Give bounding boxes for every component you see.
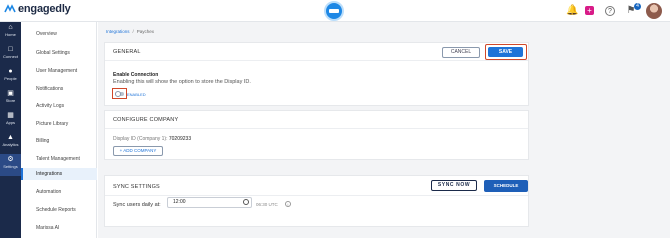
nav-analytics-label: Analytics (2, 142, 19, 147)
logo-mark-icon (4, 4, 16, 13)
home-icon: ⌂ (8, 24, 13, 31)
main-content: Integrations / Paychex GENERAL CANCEL SAVE… (98, 22, 670, 238)
nav-apps[interactable]: ▦ Apps (0, 110, 21, 132)
enable-connection-title: Enable Connection (113, 72, 159, 78)
general-card-header: GENERAL CANCEL SAVE (105, 43, 528, 61)
breadcrumb-integrations[interactable]: Integrations (106, 29, 130, 34)
sidebar-item-global-settings[interactable]: Global Settings (21, 47, 97, 59)
utc-time-text: 06:30 UTC (256, 202, 278, 207)
apps-icon: ▦ (7, 112, 14, 119)
company-badge-icon (324, 1, 344, 21)
nav-store[interactable]: ▣ Store (0, 88, 21, 110)
add-company-button[interactable]: + ADD COMPANY (113, 146, 163, 156)
save-highlight-box: SAVE (485, 44, 527, 60)
add-icon[interactable]: + (585, 6, 594, 15)
sidebar-item-picture-library[interactable]: Picture Library (21, 118, 97, 130)
settings-sidebar: Overview Global Settings User Management… (21, 22, 97, 238)
nav-apps-label: Apps (5, 120, 16, 125)
people-icon: ● (8, 68, 13, 75)
breadcrumb: Integrations / Paychex (106, 29, 154, 34)
nav-connect-label: Connect (3, 54, 18, 59)
sidebar-item-user-management[interactable]: User Management (21, 65, 97, 77)
cancel-button[interactable]: CANCEL (442, 47, 480, 58)
clock-icon[interactable] (243, 199, 249, 205)
sidebar-item-integrations[interactable]: Integrations (21, 168, 97, 180)
display-id-value: 70209233 (168, 136, 192, 142)
cart-icon: ▣ (7, 90, 14, 97)
sidebar-item-marissa-ai[interactable]: Marissa AI (21, 222, 97, 234)
nav-people[interactable]: ● People (0, 66, 21, 88)
nav-people-label: People (4, 76, 17, 81)
avatar[interactable] (646, 3, 662, 19)
logo[interactable]: engagedly (4, 3, 71, 15)
enable-connection-desc: Enabling this will show the option to st… (113, 79, 251, 85)
primary-nav: ⌂ Home □ Connect ● People ▣ Store ▦ Apps… (0, 22, 21, 238)
nav-store-label: Store (5, 98, 16, 103)
sync-now-button[interactable]: SYNC NOW (431, 180, 477, 191)
sidebar-item-overview[interactable]: Overview (21, 28, 97, 40)
gear-icon: ⚙ (7, 156, 14, 163)
nav-connect[interactable]: □ Connect (0, 44, 21, 66)
analytics-icon: ▲ (7, 134, 14, 141)
toggle-highlight-box (112, 88, 127, 99)
enable-connection-toggle[interactable] (115, 91, 124, 97)
bell-icon[interactable]: 🔔 (566, 5, 578, 17)
top-header: engagedly 🔔 + ? ⚑ 4 (0, 0, 670, 22)
sidebar-item-automation[interactable]: Automation (21, 186, 97, 198)
sync-title: SYNC SETTINGS (113, 184, 160, 190)
sync-card-header: SYNC SETTINGS SYNC NOW SCHEDULE (105, 176, 528, 196)
sidebar-item-activity-logs[interactable]: Activity Logs (21, 100, 97, 112)
sync-daily-label: Sync users daily at: (113, 202, 161, 208)
chat-icon: □ (8, 46, 13, 53)
sidebar-item-schedule-reports[interactable]: Schedule Reports (21, 204, 97, 216)
nav-settings-label: Settings (3, 164, 18, 169)
sidebar-item-talent-management[interactable]: Talent Management (21, 153, 97, 165)
toggle-status-label: ENABLED (127, 92, 146, 97)
info-icon[interactable]: i (285, 201, 291, 207)
nav-home[interactable]: ⌂ Home (0, 22, 21, 44)
sidebar-item-billing[interactable]: Billing (21, 135, 97, 147)
configure-title: CONFIGURE COMPANY (113, 117, 179, 123)
sync-settings-card: SYNC SETTINGS SYNC NOW SCHEDULE Sync use… (104, 175, 529, 227)
display-id-label: Display ID (Company 1): (113, 136, 168, 142)
configure-company-card: CONFIGURE COMPANY Display ID (Company 1)… (104, 110, 529, 160)
flag-count-badge: 4 (634, 3, 641, 10)
breadcrumb-current: Paychex (136, 29, 155, 34)
general-title: GENERAL (113, 49, 141, 55)
configure-card-header: CONFIGURE COMPANY (105, 111, 528, 129)
sync-time-input[interactable]: 12:00 (167, 197, 252, 208)
sidebar-item-notifications[interactable]: Notifications (21, 83, 97, 95)
breadcrumb-separator: / (132, 29, 134, 34)
general-card: GENERAL CANCEL SAVE Enable Connection En… (104, 42, 529, 106)
display-id-row: Display ID (Company 1): 70209233 (113, 136, 191, 142)
nav-settings[interactable]: ⚙ Settings (0, 154, 21, 176)
nav-analytics[interactable]: ▲ Analytics (0, 132, 21, 154)
save-button[interactable]: SAVE (488, 47, 523, 57)
nav-home-label: Home (5, 32, 16, 37)
logo-text: engagedly (18, 3, 71, 15)
schedule-button[interactable]: SCHEDULE (484, 180, 528, 192)
help-icon[interactable]: ? (605, 6, 615, 16)
